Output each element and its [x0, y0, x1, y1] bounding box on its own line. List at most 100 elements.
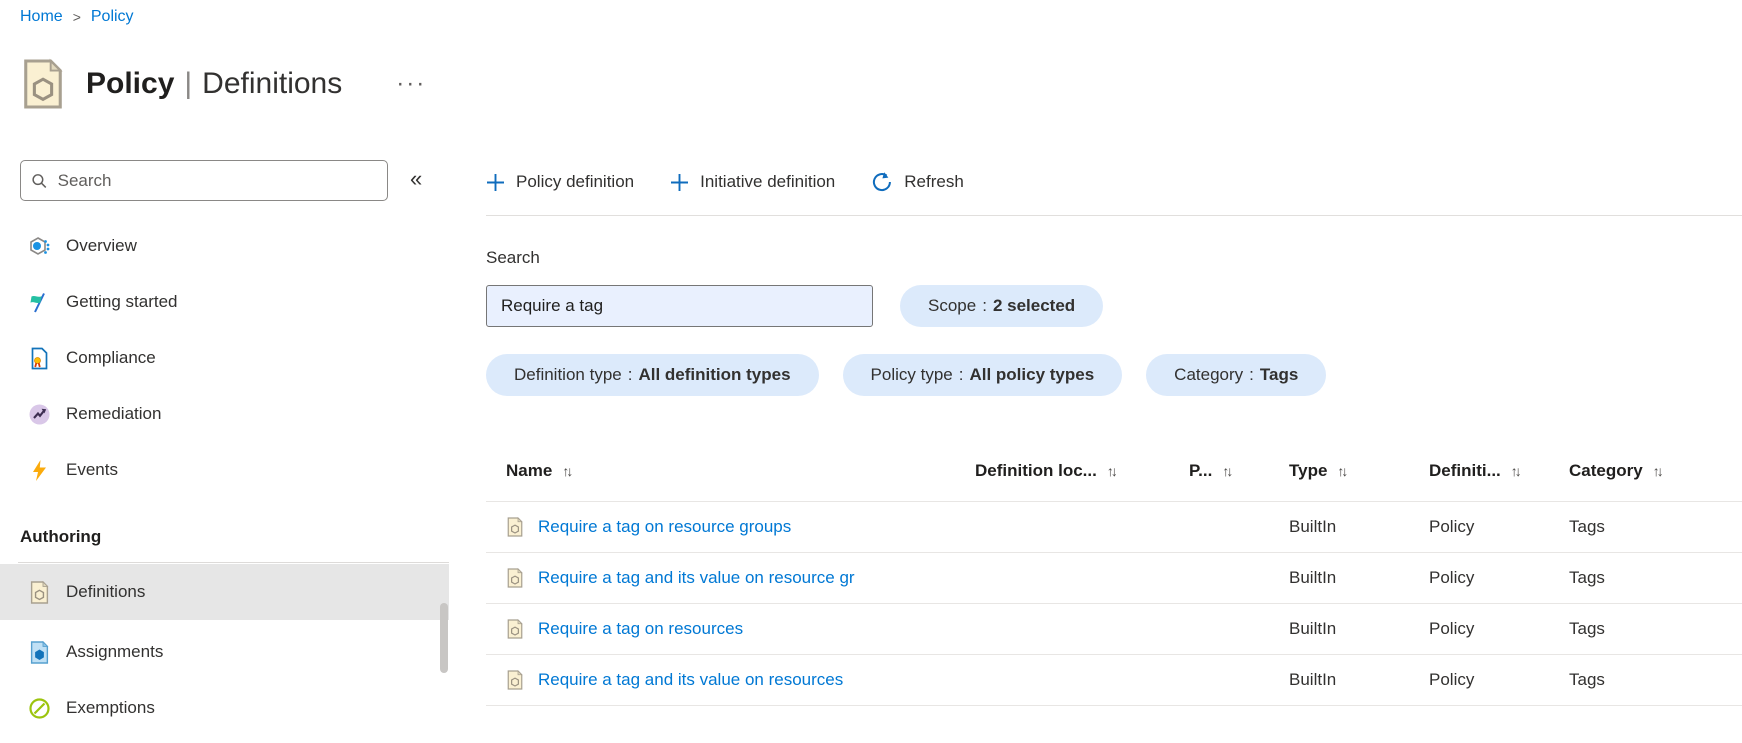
breadcrumb-home-link[interactable]: Home — [20, 8, 63, 26]
initiative-definition-button[interactable]: Initiative definition — [670, 172, 835, 192]
column-header-policies[interactable]: P... ↑↓ — [1189, 461, 1289, 481]
page-title-separator: | — [184, 67, 193, 100]
definition-type-filter-pill[interactable]: Definition type : All definition types — [486, 354, 819, 396]
column-label: Definiti... — [1429, 460, 1501, 480]
type-cell: BuiltIn — [1289, 517, 1337, 536]
policy-page-icon — [24, 59, 62, 109]
category-cell: Tags — [1569, 670, 1605, 689]
definition-type-cell: Policy — [1429, 670, 1475, 689]
collapse-menu-icon[interactable]: « — [410, 166, 422, 192]
sidebar-item-label: Assignments — [66, 642, 164, 661]
pill-name: Policy type — [870, 365, 953, 384]
policy-type-filter-pill[interactable]: Policy type : All policy types — [842, 354, 1123, 396]
sidebar-search-box — [20, 160, 388, 201]
column-header-type[interactable]: Type ↑↓ — [1289, 461, 1429, 481]
column-header-definition-location[interactable]: Definition loc... ↑↓ — [975, 461, 1189, 481]
sort-icon: ↑↓ — [1510, 462, 1522, 479]
page-header: Policy | Definitions ··· — [20, 58, 432, 110]
sidebar-item-overview[interactable]: Overview — [0, 225, 449, 267]
sidebar-item-label: Exemptions — [66, 698, 155, 717]
sidebar-item-label: Compliance — [66, 348, 156, 367]
definitions-table: Name ↑↓ Definition loc... ↑↓ P... ↑↓ Typ… — [486, 440, 1742, 706]
button-label: Policy definition — [516, 172, 635, 191]
getting-started-icon — [28, 290, 51, 314]
type-cell: BuiltIn — [1289, 670, 1337, 689]
events-icon — [28, 458, 51, 482]
sort-icon: ↑↓ — [1652, 462, 1664, 479]
pill-name: Definition type — [514, 365, 622, 384]
pill-separator: : — [1249, 365, 1254, 384]
page-title-secondary: Definitions — [202, 67, 343, 100]
sidebar-item-label: Overview — [66, 236, 137, 255]
column-header-definition-type[interactable]: Definiti... ↑↓ — [1429, 461, 1569, 481]
column-label: Type — [1289, 460, 1328, 480]
definition-name-link[interactable]: Require a tag on resources — [538, 619, 743, 639]
compliance-icon — [28, 346, 51, 370]
sidebar-search-input[interactable] — [57, 170, 377, 191]
sidebar-item-label: Events — [66, 460, 118, 479]
refresh-button[interactable]: Refresh — [871, 171, 964, 193]
pill-separator: : — [958, 365, 964, 384]
sidebar-item-getting-started[interactable]: Getting started — [0, 281, 449, 323]
sidebar-item-events[interactable]: Events — [0, 449, 449, 491]
policy-definition-button[interactable]: Policy definition — [486, 172, 634, 192]
column-header-category[interactable]: Category ↑↓ — [1569, 461, 1742, 481]
definition-type-cell: Policy — [1429, 619, 1475, 638]
sidebar-item-compliance[interactable]: Compliance — [0, 337, 449, 379]
search-icon — [32, 173, 47, 188]
command-bar: Policy definition Initiative definition … — [486, 162, 964, 202]
definition-name-link[interactable]: Require a tag on resource groups — [538, 517, 791, 537]
refresh-icon — [873, 172, 892, 192]
more-menu-button[interactable]: ··· — [390, 70, 432, 98]
pill-value: All policy types — [969, 365, 1095, 384]
pill-value: 2 selected — [992, 296, 1076, 315]
category-cell: Tags — [1569, 619, 1605, 638]
definition-name-link[interactable]: Require a tag and its value on resources — [538, 670, 843, 690]
category-filter-pill[interactable]: Category : Tags — [1146, 354, 1327, 396]
breadcrumb-policy-link[interactable]: Policy — [91, 8, 134, 26]
definition-name-link[interactable]: Require a tag and its value on resource … — [538, 568, 855, 588]
table-row: Require a tag and its value on resource … — [486, 553, 1742, 604]
column-header-name[interactable]: Name ↑↓ — [506, 461, 975, 481]
sort-icon: ↑↓ — [1337, 462, 1348, 479]
scope-filter-pill[interactable]: Scope : 2 selected — [900, 285, 1104, 327]
sidebar-item-exemptions[interactable]: Exemptions — [0, 687, 449, 729]
definition-type-cell: Policy — [1429, 517, 1475, 536]
column-label: Definition loc... — [975, 460, 1097, 480]
sidebar-item-definitions[interactable]: Definitions — [0, 564, 449, 620]
definition-type-cell: Policy — [1429, 568, 1475, 587]
search-filter-label: Search — [486, 248, 540, 267]
pill-separator: : — [627, 365, 633, 384]
overview-icon — [28, 234, 51, 258]
sidebar-item-label: Getting started — [66, 292, 178, 311]
pill-value: All definition types — [638, 365, 791, 384]
button-label: Refresh — [904, 172, 964, 191]
sidebar-section-authoring: Authoring — [20, 527, 102, 546]
category-cell: Tags — [1569, 568, 1605, 587]
policy-definition-icon — [507, 619, 523, 639]
sidebar-scrollbar-thumb[interactable] — [440, 603, 448, 673]
button-label: Initiative definition — [700, 172, 836, 191]
column-label: P... — [1189, 460, 1213, 480]
type-cell: BuiltIn — [1289, 568, 1337, 587]
table-header-row: Name ↑↓ Definition loc... ↑↓ P... ↑↓ Typ… — [486, 440, 1742, 502]
table-row: Require a tag and its value on resources… — [486, 655, 1742, 706]
breadcrumb: Home > Policy — [20, 8, 134, 26]
page-title: Policy | Definitions — [86, 67, 342, 101]
plus-icon — [487, 173, 504, 191]
sidebar-item-remediation[interactable]: Remediation — [0, 393, 449, 435]
policy-definition-icon — [507, 517, 523, 537]
sidebar-item-label: Definitions — [66, 582, 146, 601]
column-label: Category — [1569, 460, 1643, 480]
table-row: Require a tag on resource groups BuiltIn… — [486, 502, 1742, 553]
toolbar-divider — [486, 215, 1742, 216]
sort-icon: ↑↓ — [1106, 462, 1118, 479]
policy-definition-icon — [507, 670, 523, 690]
sidebar-item-assignments[interactable]: Assignments — [0, 631, 449, 673]
category-cell: Tags — [1569, 517, 1605, 536]
definition-search-input[interactable] — [486, 285, 873, 327]
pill-name: Category — [1174, 365, 1244, 384]
policy-definition-icon — [507, 568, 523, 588]
pill-value: Tags — [1259, 365, 1299, 384]
exemptions-icon — [28, 696, 51, 720]
